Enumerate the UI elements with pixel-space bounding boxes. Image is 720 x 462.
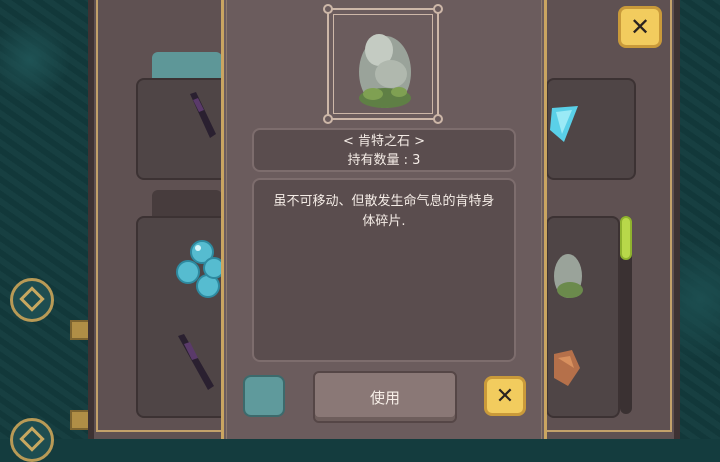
- item-card[interactable]: [546, 216, 620, 418]
- inventory-tab[interactable]: [152, 190, 222, 216]
- dark-spear-icon: [190, 92, 216, 138]
- item-image-frame: [323, 4, 443, 124]
- item-card[interactable]: [546, 78, 636, 180]
- close-icon: ✕: [495, 383, 515, 409]
- close-dialog-button[interactable]: ✕: [484, 376, 526, 416]
- gold-tile-icon: [70, 320, 90, 340]
- item-title-box: < 肯特之石 > 持有数量 : 3: [252, 128, 516, 172]
- close-inventory-button[interactable]: ✕: [618, 6, 662, 48]
- water-bubbles-icon: [176, 240, 225, 390]
- use-button[interactable]: 使用: [313, 371, 457, 423]
- use-button-label: 使用: [369, 388, 400, 407]
- scrollbar-thumb[interactable]: [620, 216, 632, 260]
- blue-crystal-icon: [550, 106, 578, 142]
- gold-tile-icon: [70, 410, 90, 430]
- item-card[interactable]: [136, 216, 230, 418]
- item-name: < 肯特之石 >: [342, 134, 426, 149]
- stone-statue-icon: [359, 34, 411, 108]
- item-slot-button[interactable]: [243, 375, 285, 417]
- item-description: 虽不可移动、但散发生命气息的肯特身体碎片.: [273, 194, 495, 229]
- item-description-box: 虽不可移动、但散发生命气息的肯特身体碎片.: [252, 178, 516, 362]
- item-quantity: 持有数量 : 3: [347, 153, 421, 168]
- stone-statue-icon: [554, 254, 583, 386]
- item-card[interactable]: [136, 78, 230, 180]
- inventory-tab[interactable]: [152, 52, 222, 80]
- map-emblem-icon[interactable]: [10, 418, 54, 462]
- map-emblem-icon[interactable]: [10, 278, 54, 322]
- close-icon: ✕: [629, 13, 651, 41]
